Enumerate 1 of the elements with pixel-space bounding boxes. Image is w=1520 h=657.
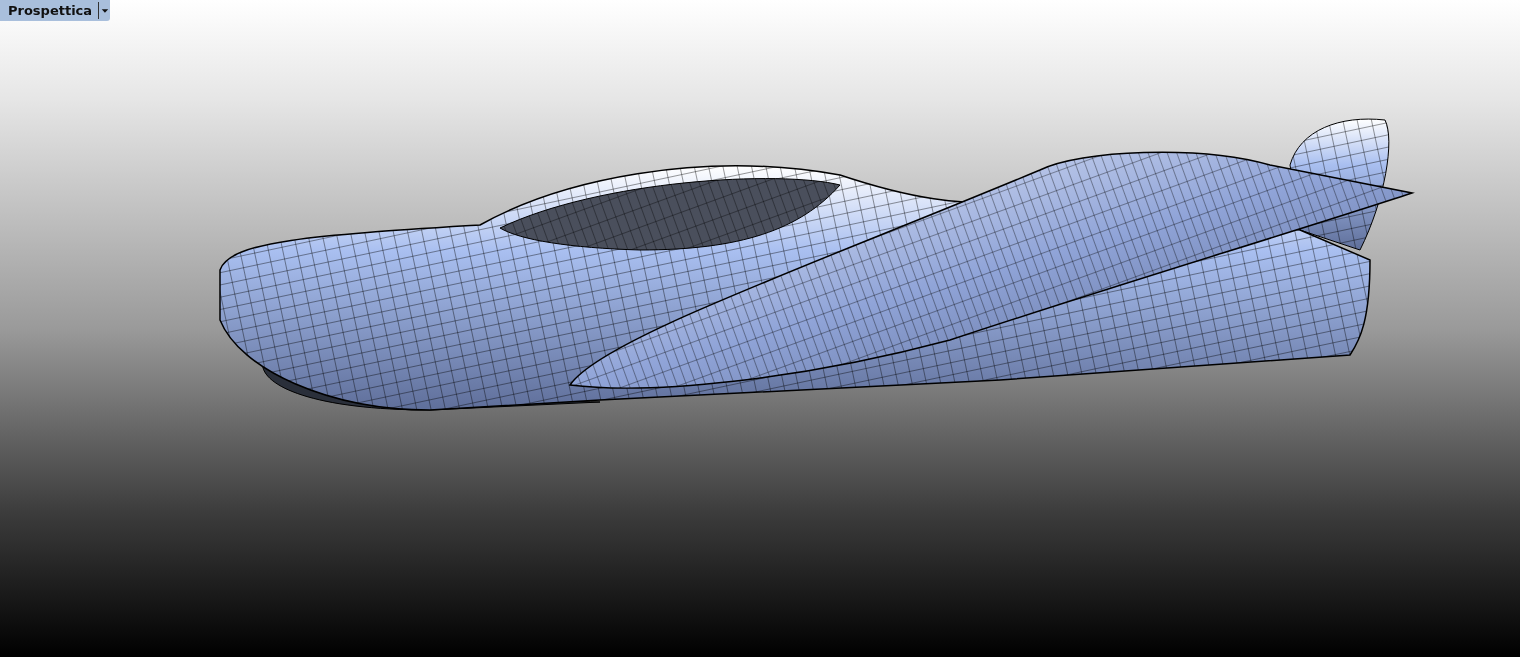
dropdown-arrow-icon[interactable]: [98, 2, 111, 19]
